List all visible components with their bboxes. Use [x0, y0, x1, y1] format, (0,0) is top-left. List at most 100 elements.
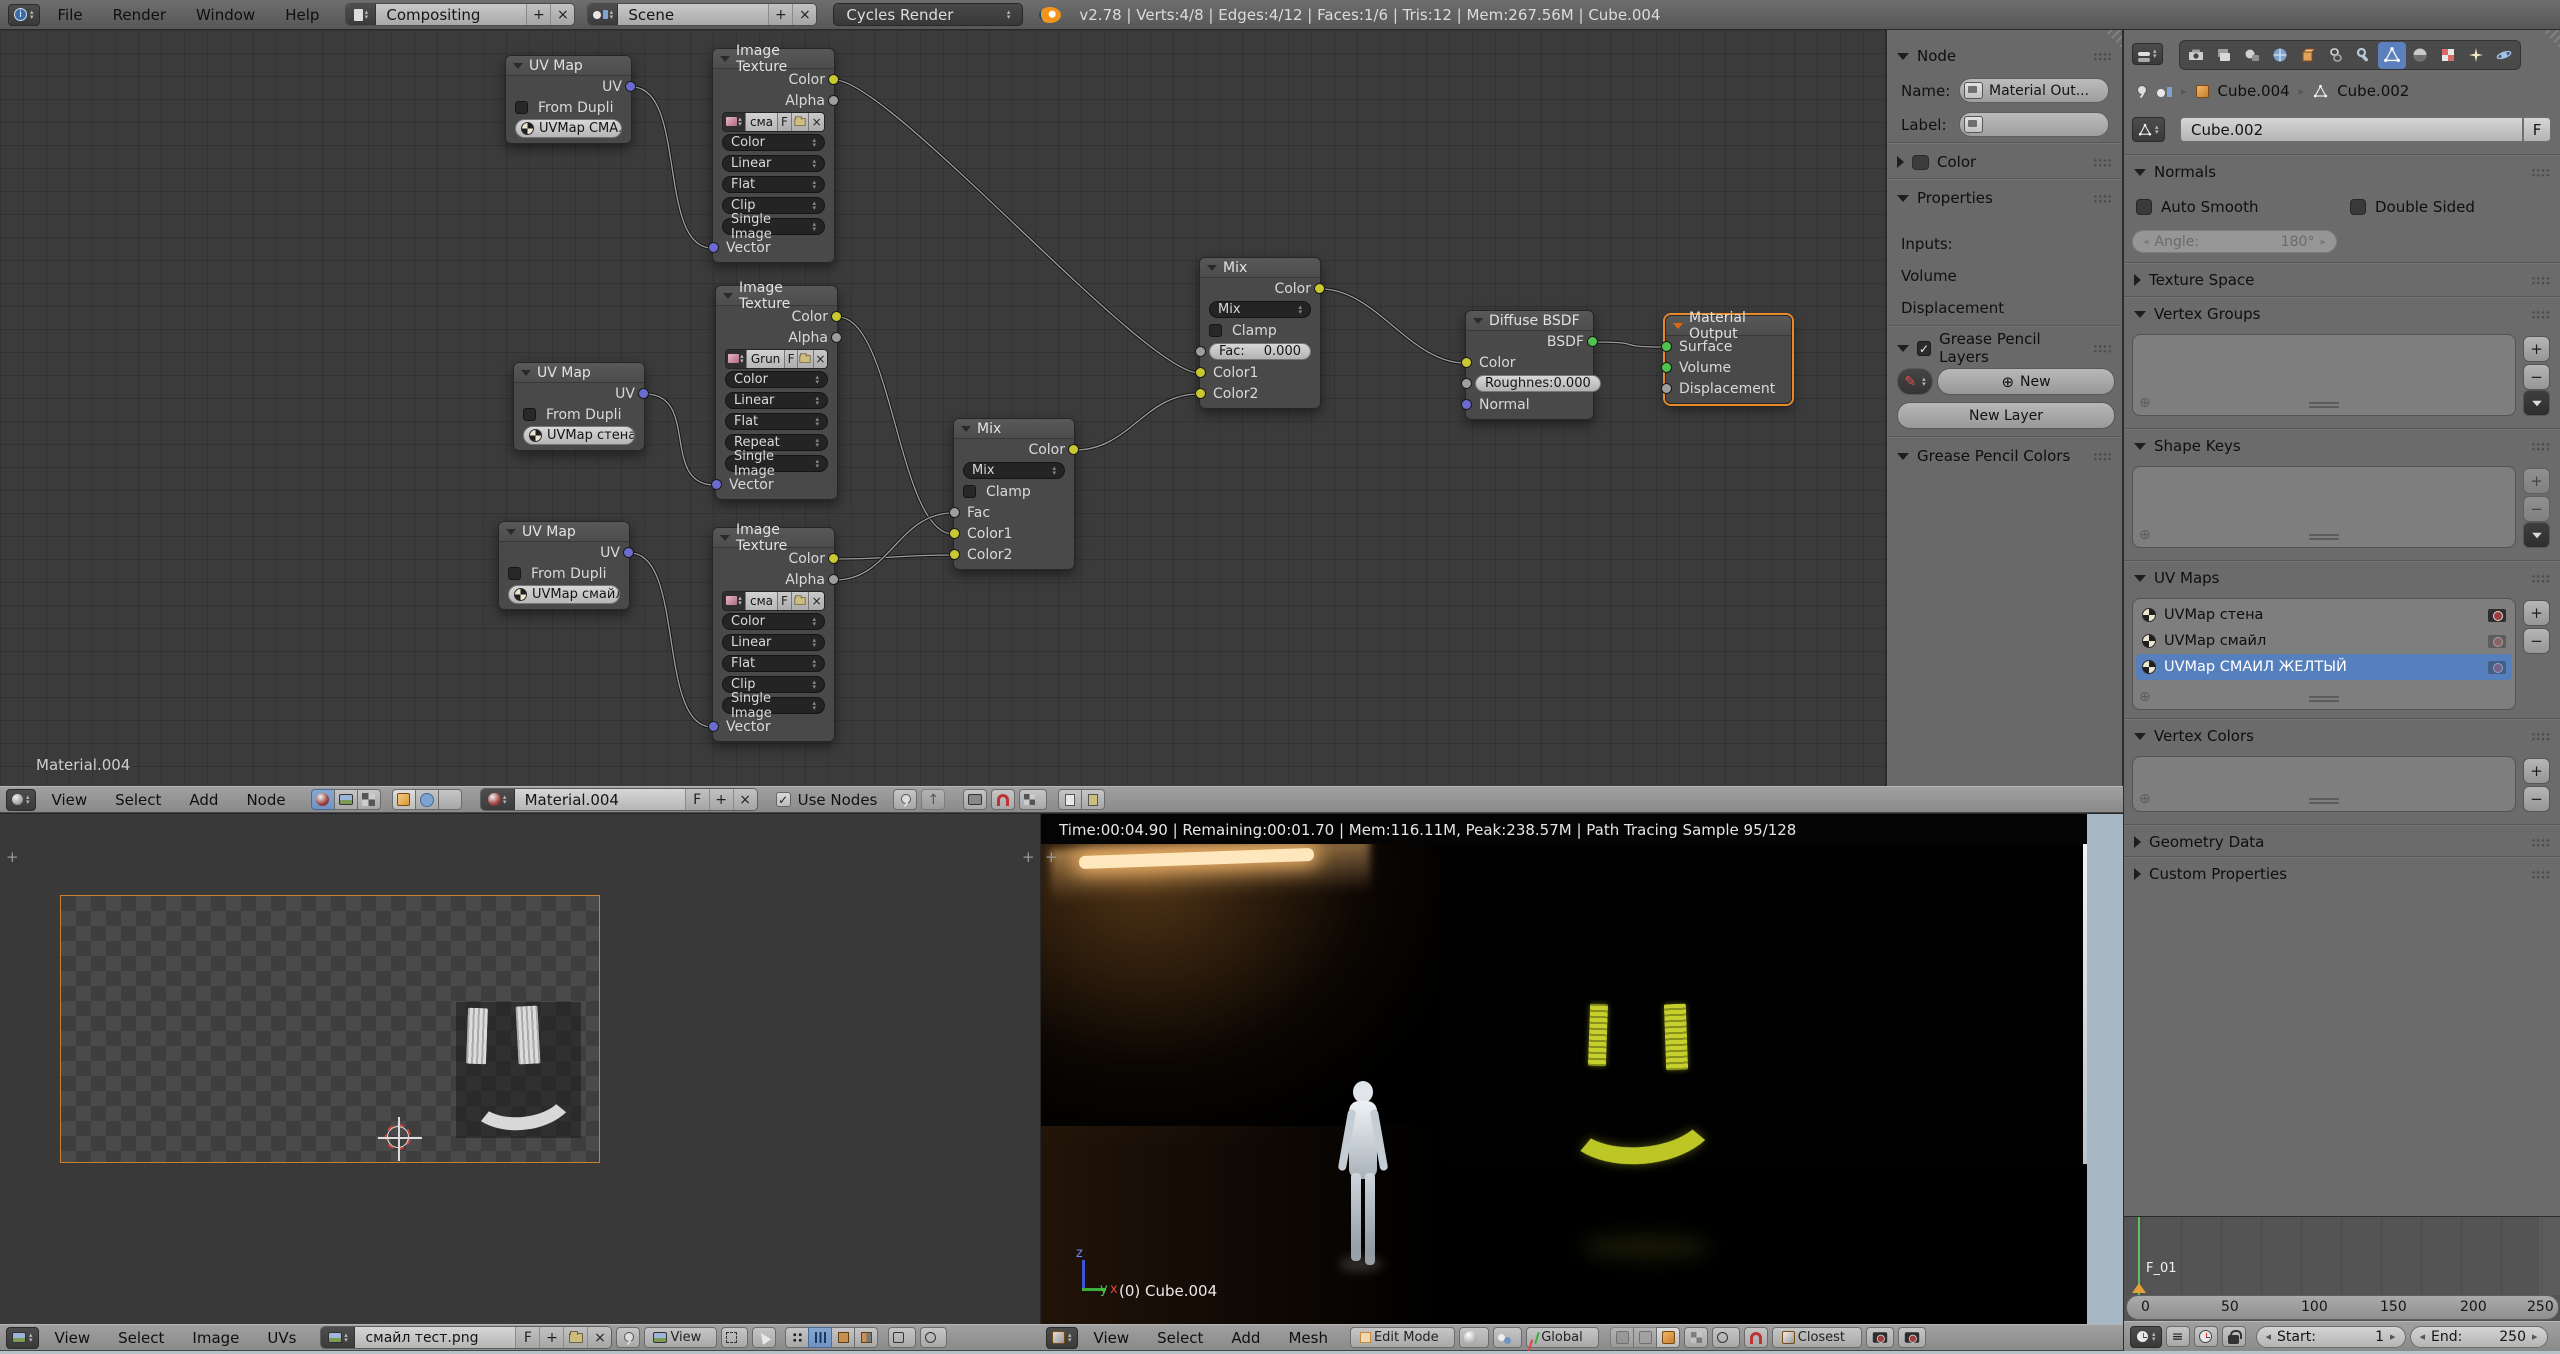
pivot-point-select[interactable]: ▴▾: [1493, 1327, 1523, 1348]
node-collapse-icon[interactable]: [723, 293, 733, 299]
uv-2d-cursor[interactable]: [385, 1124, 411, 1150]
unlink-material-button[interactable]: ×: [733, 789, 757, 810]
socket-normal[interactable]: [1461, 399, 1472, 410]
fake-user-button[interactable]: F: [515, 1327, 539, 1348]
menu-help[interactable]: Help: [273, 6, 331, 24]
node-uv-map-2[interactable]: UV MapUVFrom DupliUVMap стена×: [513, 362, 645, 451]
node-dropdown[interactable]: Color▴▾: [722, 134, 825, 151]
node-dropdown[interactable]: Color▴▾: [725, 371, 828, 388]
socket-roughnes[interactable]: [1461, 378, 1472, 389]
node-dropdown[interactable]: Mix▴▾: [963, 462, 1065, 479]
socket-vector[interactable]: [708, 242, 719, 253]
gp-new-button[interactable]: ⊕New: [1937, 368, 2115, 395]
close-icon[interactable]: ×: [813, 350, 827, 368]
editor-type-image-button[interactable]: ▴▾: [6, 1327, 39, 1349]
proportional-edit-select[interactable]: ▴▾: [1712, 1327, 1740, 1348]
menu-select[interactable]: Select: [106, 1329, 176, 1347]
drag-dots-icon[interactable]: [2093, 452, 2112, 461]
edge-select-mode[interactable]: [1633, 1327, 1657, 1348]
uvmap-list-item[interactable]: UVMap стена: [2136, 602, 2512, 628]
node-image-texture-3[interactable]: Image TextureColorAlpha▴▾смаF×Color▴▾Lin…: [712, 527, 835, 742]
node-value-field[interactable]: Roughnes:0.000: [1475, 375, 1601, 392]
node-uv-map-3[interactable]: UV MapUVFrom DupliUVMap смайл×: [498, 521, 630, 610]
add-vertex-group-button[interactable]: +: [2523, 336, 2550, 362]
image-icon[interactable]: ▴▾: [723, 592, 745, 610]
go-parent-node-button[interactable]: ↑: [921, 789, 945, 810]
image-selector[interactable]: ▴▾смаF×: [722, 591, 825, 611]
editor-type-timeline-button[interactable]: ▴▾: [2130, 1326, 2162, 1348]
menu-file[interactable]: File: [46, 6, 95, 24]
menu-view[interactable]: View: [43, 1329, 103, 1347]
fake-user-button[interactable]: F: [685, 789, 709, 810]
playback-realtime-toggle[interactable]: [2194, 1326, 2218, 1347]
breadcrumb-data[interactable]: Cube.002: [2337, 82, 2409, 100]
node-mix-1[interactable]: MixColorMix▴▾ClampFacColor1Color2: [953, 418, 1075, 570]
drag-dots-icon[interactable]: [2093, 344, 2112, 353]
list-resize-grip[interactable]: [2309, 798, 2339, 804]
timeline-canvas[interactable]: [2124, 1217, 2560, 1295]
section-color[interactable]: Color: [1887, 150, 2122, 174]
vertex-colors-list[interactable]: ⊕: [2132, 756, 2516, 812]
section-geometry-data[interactable]: Geometry Data: [2124, 830, 2560, 854]
snap-element-select[interactable]: ▴▾: [1019, 789, 1047, 810]
uvmap-select-field[interactable]: UVMap стена×: [523, 426, 635, 445]
remove-uv-map-button[interactable]: −: [2523, 628, 2550, 654]
mode-select[interactable]: Edit Mode▴▾: [1350, 1327, 1455, 1348]
lock-time-toggle[interactable]: [2222, 1326, 2246, 1347]
snap-target-select[interactable]: Closest▴▾: [1772, 1327, 1862, 1348]
linestyle-shader-toggle[interactable]: [438, 789, 462, 810]
node-checkbox[interactable]: [515, 101, 528, 114]
add-material-button[interactable]: +: [709, 789, 733, 810]
section-vertex-groups[interactable]: Vertex Groups: [2124, 302, 2560, 326]
close-layout-button[interactable]: ×: [550, 4, 574, 25]
drag-dots-icon[interactable]: [2531, 732, 2550, 741]
socket-vector[interactable]: [708, 721, 719, 732]
list-resize-grip[interactable]: [2309, 534, 2339, 540]
menu-node[interactable]: Node: [234, 791, 297, 809]
drag-dots-icon[interactable]: [2531, 870, 2550, 879]
drag-dots-icon[interactable]: [2093, 52, 2112, 61]
shader-nodes-toggle[interactable]: [311, 789, 335, 810]
image-icon[interactable]: ▴▾: [321, 1327, 355, 1348]
drag-dots-icon[interactable]: [2093, 194, 2112, 203]
close-scene-button[interactable]: ×: [792, 4, 816, 25]
socket-fac[interactable]: [1195, 346, 1206, 357]
double-sided-checkbox[interactable]: Double Sided: [2350, 198, 2475, 216]
node-image-texture-2[interactable]: Image TextureColorAlpha▴▾GrunF×Color▴▾Li…: [715, 285, 838, 500]
add-uv-map-button[interactable]: +: [2523, 600, 2550, 626]
scene-selector[interactable]: ▴▾ Scene + ×: [587, 3, 817, 26]
socket-bsdf[interactable]: [1587, 336, 1598, 347]
snap-toggle[interactable]: [991, 789, 1015, 810]
section-properties[interactable]: Properties: [1887, 186, 2122, 210]
drag-dots-icon[interactable]: [2531, 574, 2550, 583]
image-selector[interactable]: ▴▾смаF×: [722, 112, 825, 132]
uv-image-editor[interactable]: + +: [0, 813, 1040, 1324]
color-swatch[interactable]: [1912, 155, 1929, 170]
tab-render-layers[interactable]: [2210, 42, 2238, 69]
socket-color2[interactable]: [1195, 388, 1206, 399]
tab-render[interactable]: [2182, 42, 2210, 69]
node-collapse-icon[interactable]: [521, 370, 531, 376]
socket-uv[interactable]: [625, 81, 636, 92]
node-dropdown[interactable]: Linear▴▾: [722, 634, 825, 651]
fake-user-button[interactable]: F: [784, 350, 797, 368]
uv-select-edge-toggle[interactable]: [808, 1327, 832, 1348]
vertex-group-specials-button[interactable]: [2523, 390, 2550, 416]
socket-color2[interactable]: [949, 549, 960, 560]
object-shader-toggle[interactable]: [392, 789, 416, 810]
node-value-field[interactable]: Fac:0.000: [1209, 343, 1311, 360]
world-shader-toggle[interactable]: [415, 789, 439, 810]
pin-icon[interactable]: [2134, 84, 2148, 98]
uv-maps-list[interactable]: UVMap стенаUVMap смайлUVMap СМАИЛ ЖЕЛТЫЙ…: [2132, 598, 2516, 710]
start-frame-field[interactable]: ◂Start:1▸: [2256, 1326, 2406, 1348]
socket-vector[interactable]: [711, 479, 722, 490]
uvmap-select-field[interactable]: UVMap СМА...×: [515, 119, 622, 138]
uv-sculpt-button[interactable]: [752, 1327, 776, 1348]
socket-color1[interactable]: [1195, 367, 1206, 378]
node-collapse-icon[interactable]: [506, 529, 516, 535]
list-resize-grip[interactable]: [2309, 402, 2339, 408]
material-icon[interactable]: ▴▾: [481, 789, 515, 810]
viewport-shading-select[interactable]: ▴▾: [1459, 1327, 1489, 1348]
node-dropdown[interactable]: Color▴▾: [722, 613, 825, 630]
section-grease-pencil-colors[interactable]: Grease Pencil Colors: [1887, 444, 2122, 468]
